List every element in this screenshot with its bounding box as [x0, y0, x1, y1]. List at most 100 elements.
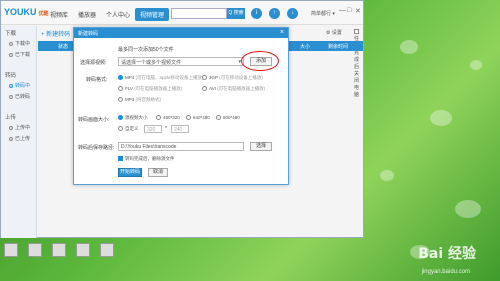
format-option-avi[interactable]: AVI (可在电脑播放器上播放)	[202, 86, 265, 92]
user-menu[interactable]: 简单都行 ▾	[311, 10, 335, 17]
radio-icon	[118, 126, 123, 132]
save-path-label: 转码后保存路径:	[78, 145, 115, 151]
desktop-file-icon[interactable]	[100, 243, 114, 257]
tab-video-management[interactable]: 视频管理	[135, 8, 170, 21]
format-hint: (可在电脑播放器上播放)	[217, 86, 266, 91]
source-select-value: 请选择一个或多个视频文件	[121, 60, 182, 66]
custom-height-input[interactable]: 240	[171, 125, 189, 133]
format-option-mp4[interactable]: MP4 (可在电脑、apple移动设备上播放)	[118, 75, 204, 81]
size-option-640x480[interactable]: 640*480	[186, 115, 210, 121]
source-select[interactable]: 请选择一个或多个视频文件 ▾	[118, 57, 244, 66]
delete-source-checkbox[interactable]: 转码完成后，删除源文件	[118, 156, 175, 162]
format-hint: (可在电脑、apple移动设备上播放)	[135, 75, 204, 80]
shutdown-checkbox[interactable]: 任务完成后关闭电脑	[354, 29, 363, 98]
sidebar-item-uploaded[interactable]: 已上传	[1, 133, 36, 144]
main-nav: 视频库 播放器 个人中心 视频管理	[45, 8, 170, 21]
download-icon	[9, 41, 13, 46]
format-hint: (可在移动设备上播放)	[219, 75, 263, 80]
sidebar-item-downloading[interactable]: 下载中	[1, 38, 36, 49]
watermark-url: jingyan.baidu.com	[421, 269, 470, 275]
radio-icon	[186, 115, 191, 121]
sidebar-item-uploading[interactable]: 上传中	[1, 122, 36, 133]
done-icon	[9, 52, 13, 57]
done-icon	[9, 136, 13, 141]
sidebar-item-label: 下载中	[15, 41, 31, 47]
format-hint: (纯音频格式)	[135, 97, 162, 102]
select-source-label: 选择源视频:	[80, 60, 107, 66]
size-option-800x480[interactable]: 800*480	[216, 115, 240, 121]
tab-player[interactable]: 播放器	[73, 8, 101, 21]
upload-icon[interactable]: ↑	[269, 8, 280, 19]
search-input[interactable]	[171, 8, 227, 19]
tab-video-library[interactable]: 视频库	[45, 8, 73, 21]
sidebar-item-transcoding[interactable]: 转码中	[1, 80, 36, 91]
format-hint: (可在电脑播放器上播放)	[134, 86, 183, 91]
format-option-mp3[interactable]: MP3 (纯音频格式)	[118, 97, 161, 103]
size-name: 源视频大小	[125, 115, 148, 120]
settings-button[interactable]: ⚙ 设置	[326, 29, 342, 36]
done-icon	[9, 94, 13, 99]
water-drop	[430, 110, 452, 126]
water-drop	[380, 170, 394, 181]
search-button[interactable]: Q 搜索	[227, 8, 245, 19]
start-transcode-button[interactable]: 开始转码	[118, 168, 142, 177]
sidebar-item-downloaded[interactable]: 已下载	[1, 49, 36, 60]
checkbox-icon	[354, 29, 359, 35]
water-drop	[455, 200, 481, 218]
sidebar-section-download: 下载	[5, 31, 17, 37]
download-icon[interactable]: ↓	[287, 8, 298, 19]
sidebar-item-transcoded[interactable]: 已转码	[1, 91, 36, 102]
radio-icon	[156, 115, 161, 121]
size-name: 640*480	[193, 115, 210, 120]
new-transcode-button[interactable]: + 新建转码	[41, 29, 70, 38]
column-remaining: 剩余时间	[328, 44, 349, 50]
cancel-button[interactable]: 取消	[148, 168, 168, 177]
browse-button[interactable]: 选择	[250, 142, 272, 151]
size-option-source[interactable]: 源视频大小	[118, 115, 148, 121]
sidebar-item-label: 上传中	[15, 125, 31, 131]
sidebar-section-transcode: 转码	[5, 73, 17, 79]
sidebar-item-label: 转码中	[15, 83, 31, 89]
format-option-flv[interactable]: FLV (可在电脑播放器上播放)	[118, 86, 182, 92]
upload-icon	[9, 125, 13, 130]
sidebar-item-label: 已下载	[15, 52, 31, 58]
close-icon[interactable]: ×	[280, 29, 284, 36]
save-path-input[interactable]: D:\Youku Files\transcode	[118, 142, 244, 151]
radio-icon	[118, 97, 123, 103]
watermark-logo: Bai 经验	[418, 246, 476, 262]
close-icon[interactable]: ✕	[355, 7, 361, 15]
radio-icon	[202, 86, 207, 92]
custom-width-input[interactable]: 320	[144, 125, 162, 133]
highlight-annotation	[241, 51, 279, 71]
desktop-file-icon[interactable]	[76, 243, 90, 257]
logo-text: YOUKU	[4, 7, 37, 17]
desktop-icons	[0, 239, 120, 281]
tab-personal-center[interactable]: 个人中心	[101, 8, 135, 21]
dialog-title: 新建转码	[78, 31, 99, 37]
radio-icon	[118, 75, 123, 81]
format-option-3gp[interactable]: 3GP (可在移动设备上播放)	[202, 75, 263, 81]
delete-source-label: 转码完成后，删除源文件	[125, 156, 175, 161]
youku-logo[interactable]: YOUKU 优酷	[4, 7, 49, 17]
water-drop	[470, 60, 482, 70]
limit-note: 最多同一次添加50个文件	[118, 47, 174, 53]
maximize-icon[interactable]: □	[347, 7, 351, 14]
desktop-file-icon[interactable]	[28, 243, 42, 257]
desktop-file-icon[interactable]	[4, 243, 18, 257]
column-size: 大小	[300, 44, 311, 50]
format-name: 3GP	[209, 75, 218, 80]
info-icon[interactable]: i	[251, 8, 262, 19]
size-option-480x320[interactable]: 480*320	[156, 115, 180, 121]
youku-app-window: YOUKU 优酷 视频库 播放器 个人中心 视频管理 Q 搜索 i ↑ ↓ 简单都…	[0, 0, 364, 238]
format-name: MP3	[125, 97, 135, 102]
sidebar-section-upload: 上传	[5, 115, 17, 121]
water-drop	[400, 40, 418, 54]
minimize-icon[interactable]: —	[339, 7, 346, 14]
column-status: 状态	[58, 44, 69, 50]
size-option-custom[interactable]: 自定义	[118, 126, 139, 132]
top-bar: YOUKU 优酷 视频库 播放器 个人中心 视频管理 Q 搜索 i ↑ ↓ 简单都…	[1, 1, 363, 25]
radio-icon	[118, 115, 123, 121]
desktop-file-icon[interactable]	[52, 243, 66, 257]
sidebar-item-label: 已上传	[15, 136, 31, 142]
transcode-icon	[9, 83, 13, 88]
